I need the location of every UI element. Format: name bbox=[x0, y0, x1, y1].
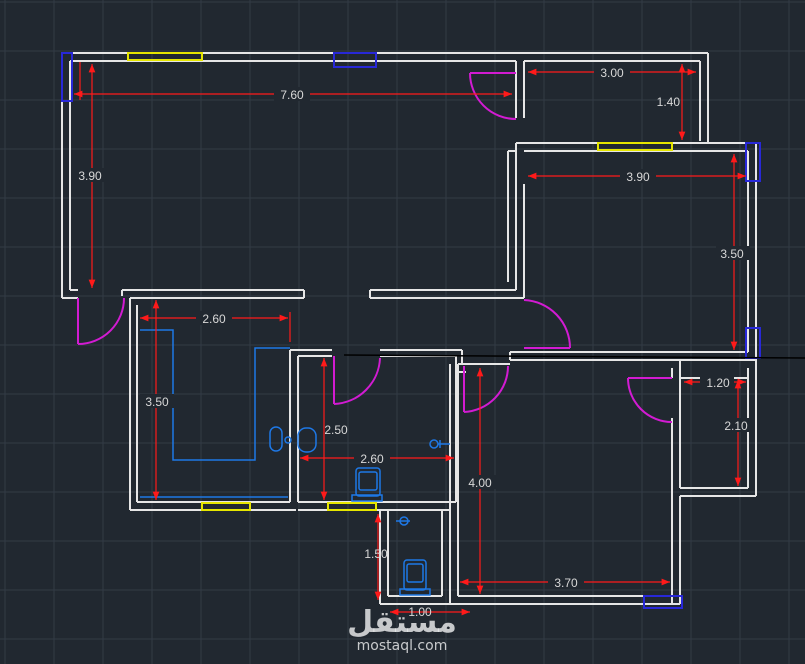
dim-1-40: 1.40 bbox=[657, 95, 681, 109]
watermark: مستقل mostaql.com bbox=[347, 605, 457, 654]
watermark-latin: mostaql.com bbox=[357, 638, 448, 654]
watermark-arabic: مستقل bbox=[347, 605, 457, 640]
kitchen-sink bbox=[297, 427, 317, 453]
dim-4-00: 4.00 bbox=[468, 476, 492, 490]
window-kitchen-yellow bbox=[201, 502, 251, 511]
dim-3-70: 3.70 bbox=[554, 576, 578, 590]
toilet-1-icon bbox=[351, 467, 383, 502]
dim-2-60-bath: 2.60 bbox=[360, 452, 384, 466]
dim-3-90-left: 3.90 bbox=[78, 169, 102, 183]
dim-3-90-right: 3.90 bbox=[626, 170, 650, 184]
toilet-2-icon bbox=[399, 559, 431, 596]
washbasin-1-icon bbox=[429, 439, 450, 449]
dim-1-50: 1.50 bbox=[364, 547, 388, 561]
dim-3-50-right: 3.50 bbox=[720, 247, 744, 261]
window-bottom-blue bbox=[643, 595, 683, 609]
dim-2-60-kitchen: 2.60 bbox=[202, 312, 226, 326]
dimension-labels: 7.60 3.00 1.40 3.90 3.90 3.50 2.60 3.50 … bbox=[74, 65, 754, 619]
dim-2-10: 2.10 bbox=[724, 419, 748, 433]
floor-plan: 7.60 3.00 1.40 3.90 3.90 3.50 2.60 3.50 … bbox=[0, 0, 805, 664]
window-top-yellow bbox=[127, 52, 203, 61]
door-left bbox=[77, 297, 125, 345]
door-bath bbox=[333, 356, 381, 405]
door-bedroom bbox=[463, 365, 510, 413]
kitchen-stove bbox=[269, 426, 283, 452]
door-top-room bbox=[469, 72, 517, 120]
window-bath-yellow bbox=[327, 502, 377, 511]
dim-7-60: 7.60 bbox=[280, 88, 304, 102]
grid bbox=[0, 0, 805, 664]
door-small-room bbox=[627, 377, 673, 423]
dim-2-50: 2.50 bbox=[324, 423, 348, 437]
dim-1-20: 1.20 bbox=[706, 376, 730, 390]
washbasin-2-icon bbox=[396, 516, 410, 526]
dimension-lines bbox=[74, 62, 746, 616]
dim-3-00: 3.00 bbox=[600, 66, 624, 80]
fixtures bbox=[140, 329, 450, 596]
dim-3-50-kitchen: 3.50 bbox=[145, 395, 169, 409]
door-mid bbox=[523, 299, 572, 349]
